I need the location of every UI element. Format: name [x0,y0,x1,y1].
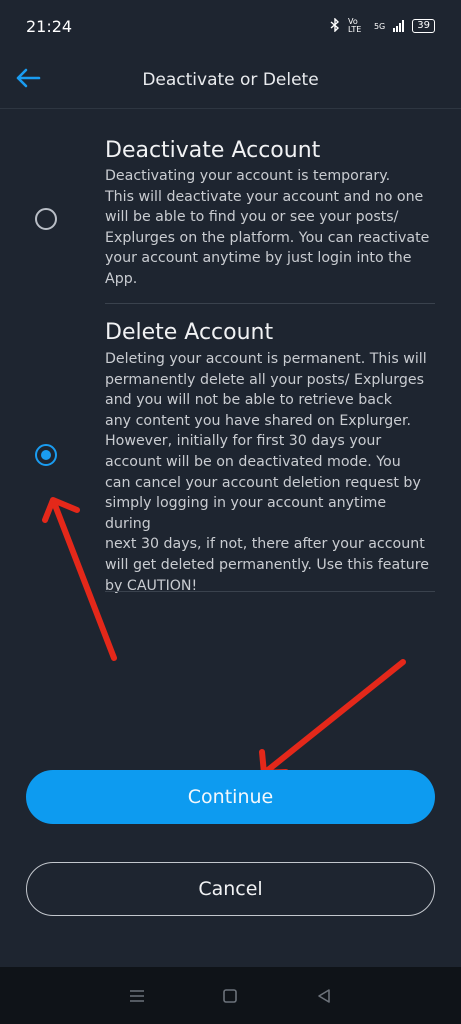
network-type: 5G [373,21,386,31]
signal-icon [393,20,405,32]
bluetooth-icon [330,16,340,35]
status-bar: 21:24 Vo LTE 5G 39 [0,0,461,52]
continue-button[interactable]: Continue [26,770,435,824]
volte-indicator: Vo LTE [347,17,362,34]
app-bar: Deactivate or Delete [0,52,461,109]
deactivate-description: Deactivating your account is temporary. … [105,168,430,287]
delete-option[interactable]: Delete Account Deleting your account is … [0,304,461,594]
system-nav-bar [0,967,461,1024]
cancel-button[interactable]: Cancel [26,862,435,916]
deactivate-radio[interactable] [35,208,57,230]
menu-icon[interactable] [125,984,149,1008]
delete-title: Delete Account [105,320,274,345]
deactivate-title: Deactivate Account [105,138,321,163]
divider [105,591,435,592]
home-square-icon[interactable] [218,984,242,1008]
delete-radio[interactable] [35,444,57,466]
battery-icon: 39 [412,19,435,33]
delete-description: Deleting your account is permanent. This… [105,351,430,594]
deactivate-option[interactable]: Deactivate Account Deactivating your acc… [0,108,461,304]
status-icons: Vo LTE 5G 39 [330,16,435,35]
status-time: 21:24 [26,16,73,36]
arrow-to-continue [259,659,406,776]
page-title: Deactivate or Delete [142,70,319,90]
back-button[interactable] [8,60,48,100]
back-triangle-icon[interactable] [312,984,336,1008]
arrow-left-icon [15,67,41,93]
